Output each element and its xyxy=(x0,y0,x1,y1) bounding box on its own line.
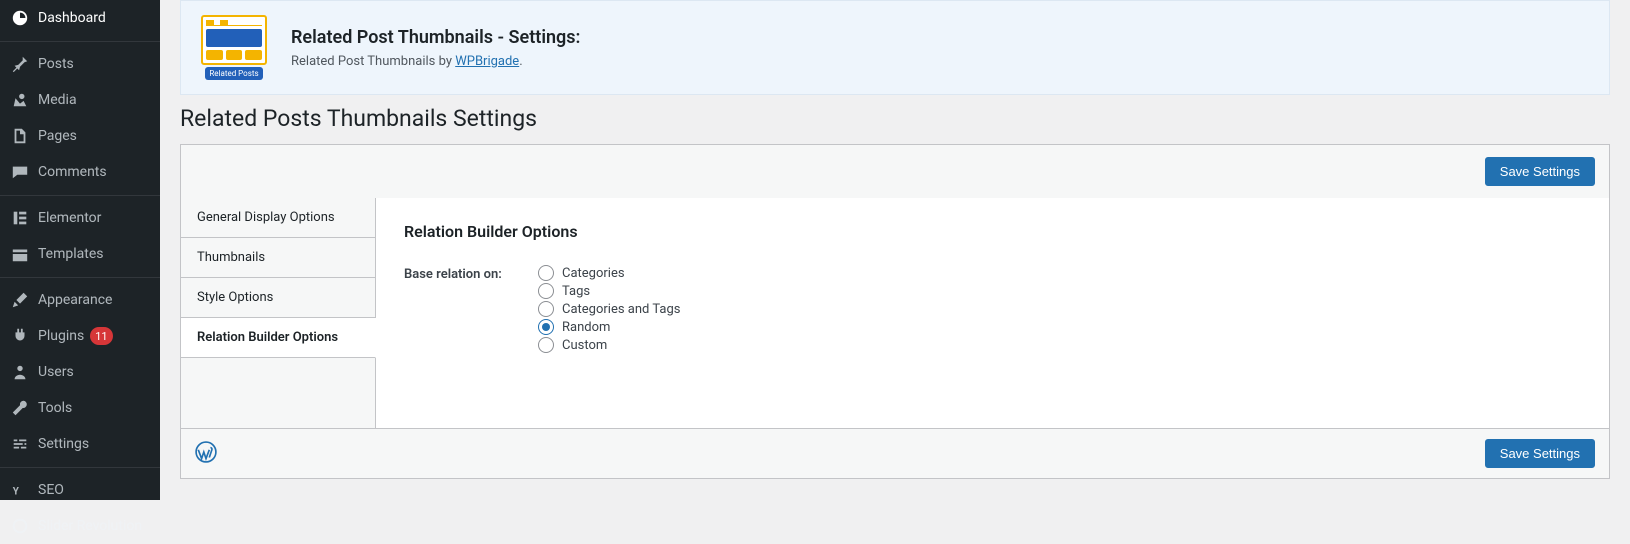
sliders-icon xyxy=(10,434,30,454)
sidebar-item-media[interactable]: Media xyxy=(0,82,160,118)
radio-icon xyxy=(538,319,554,335)
tab-label: Thumbnails xyxy=(197,250,265,265)
sidebar-item-label: Templates xyxy=(38,246,104,262)
radio-option-custom[interactable]: Custom xyxy=(538,337,680,353)
sidebar-item-tools[interactable]: Tools xyxy=(0,390,160,426)
panel-heading: Relation Builder Options xyxy=(404,222,1581,241)
sidebar-item-appearance[interactable]: Appearance xyxy=(0,282,160,318)
sidebar-item-label: Appearance xyxy=(38,292,112,308)
tab-style-options[interactable]: Style Options xyxy=(181,278,375,318)
settings-tabs: General Display Options Thumbnails Style… xyxy=(181,198,376,428)
radio-option-random[interactable]: Random xyxy=(538,319,680,335)
sidebar-item-pages[interactable]: Pages xyxy=(0,118,160,154)
sidebar-item-seo[interactable]: Y SEO xyxy=(0,472,160,508)
radio-option-tags[interactable]: Tags xyxy=(538,283,680,299)
wpbrigade-link[interactable]: WPBrigade xyxy=(455,54,519,69)
sidebar-item-templates[interactable]: Templates xyxy=(0,236,160,272)
sidebar-item-label: Dashboard xyxy=(38,10,106,26)
settings-panel: Relation Builder Options Base relation o… xyxy=(376,198,1609,428)
radio-icon xyxy=(538,337,554,353)
sidebar-item-posts[interactable]: Posts xyxy=(0,46,160,82)
radio-icon xyxy=(538,301,554,317)
radio-label: Tags xyxy=(562,284,590,299)
tab-label: General Display Options xyxy=(197,210,335,225)
plugins-badge: 11 xyxy=(90,327,112,345)
wordpress-logo-icon xyxy=(195,441,217,467)
sidebar-item-label: Slider Revolution xyxy=(38,518,142,534)
sidebar-item-label: Media xyxy=(38,92,77,108)
plugin-logo-label: Related Posts xyxy=(205,67,262,80)
pin-icon xyxy=(10,54,30,74)
page-title: Related Posts Thumbnails Settings xyxy=(180,105,1610,132)
pages-icon xyxy=(10,126,30,146)
users-icon xyxy=(10,362,30,382)
save-settings-button[interactable]: Save Settings xyxy=(1485,157,1595,186)
sidebar-item-settings[interactable]: Settings xyxy=(0,426,160,462)
elementor-icon xyxy=(10,208,30,228)
radio-label: Custom xyxy=(562,338,607,353)
tab-label: Relation Builder Options xyxy=(197,330,338,345)
settings-frame: Save Settings General Display Options Th… xyxy=(180,144,1610,479)
dashboard-icon xyxy=(10,8,30,28)
radio-icon xyxy=(538,283,554,299)
admin-sidebar: Dashboard Posts Media Pages Comments Ele… xyxy=(0,0,160,500)
sidebar-item-comments[interactable]: Comments xyxy=(0,154,160,190)
radio-option-categories-and-tags[interactable]: Categories and Tags xyxy=(538,301,680,317)
tab-label: Style Options xyxy=(197,290,273,305)
sidebar-item-elementor[interactable]: Elementor xyxy=(0,200,160,236)
sidebar-item-label: SEO xyxy=(38,482,64,498)
save-settings-button[interactable]: Save Settings xyxy=(1485,439,1595,468)
field-label: Base relation on: xyxy=(404,265,514,353)
radio-label: Random xyxy=(562,320,610,335)
tab-thumbnails[interactable]: Thumbnails xyxy=(181,238,375,278)
wrench-icon xyxy=(10,398,30,418)
tab-relation-builder[interactable]: Relation Builder Options xyxy=(181,318,376,358)
slider-icon xyxy=(10,516,30,536)
plug-icon xyxy=(10,326,30,346)
svg-text:Y: Y xyxy=(13,487,20,498)
save-row-top: Save Settings xyxy=(181,145,1609,198)
templates-icon xyxy=(10,244,30,264)
plugin-logo: Related Posts xyxy=(197,15,271,80)
sidebar-item-label: Tools xyxy=(38,400,72,416)
sidebar-item-label: Comments xyxy=(38,164,107,180)
tab-general-display[interactable]: General Display Options xyxy=(181,198,375,238)
brush-icon xyxy=(10,290,30,310)
radio-label: Categories and Tags xyxy=(562,302,680,317)
sidebar-item-dashboard[interactable]: Dashboard xyxy=(0,0,160,36)
sidebar-item-label: Posts xyxy=(38,56,74,72)
radio-option-categories[interactable]: Categories xyxy=(538,265,680,281)
sidebar-item-slider-revolution[interactable]: Slider Revolution xyxy=(0,508,160,544)
radio-icon xyxy=(538,265,554,281)
media-icon xyxy=(10,90,30,110)
main-content: Related Posts Related Post Thumbnails - … xyxy=(160,0,1630,500)
sidebar-item-label: Pages xyxy=(38,128,77,144)
sidebar-item-plugins[interactable]: Plugins 11 xyxy=(0,318,160,354)
radio-group-base-relation: Categories Tags Categories and Tags xyxy=(538,265,680,353)
sidebar-item-label: Settings xyxy=(38,436,89,452)
sidebar-item-users[interactable]: Users xyxy=(0,354,160,390)
radio-label: Categories xyxy=(562,266,625,281)
banner-title: Related Post Thumbnails - Settings: xyxy=(291,27,580,48)
sidebar-item-label: Users xyxy=(38,364,74,380)
comments-icon xyxy=(10,162,30,182)
seo-icon: Y xyxy=(10,480,30,500)
plugin-banner: Related Posts Related Post Thumbnails - … xyxy=(180,0,1610,95)
sidebar-item-label: Elementor xyxy=(38,210,101,226)
banner-subtitle: Related Post Thumbnails by WPBrigade. xyxy=(291,54,580,69)
save-row-bottom: Save Settings xyxy=(181,428,1609,478)
sidebar-item-label: Plugins xyxy=(38,328,84,344)
